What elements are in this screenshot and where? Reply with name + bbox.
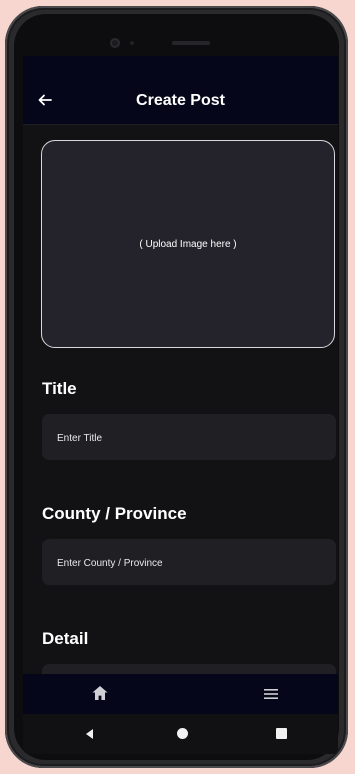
page-title: Create Post <box>136 92 225 109</box>
app-screen: Create Post ( Upload Image here ) Title … <box>23 56 338 754</box>
sensor <box>130 41 134 45</box>
title-field[interactable] <box>42 414 336 462</box>
menu-icon <box>264 689 278 699</box>
nav-home-button[interactable] <box>91 684 111 704</box>
detail-label: Detail <box>42 629 89 648</box>
home-circle-icon[interactable] <box>177 728 188 739</box>
app-bar: Create Post <box>23 80 338 125</box>
county-input[interactable] <box>55 539 327 587</box>
image-upload-area[interactable]: ( Upload Image here ) <box>41 140 335 348</box>
status-bar <box>23 56 338 80</box>
back-triangle-icon <box>86 729 93 739</box>
system-nav-bar <box>23 714 338 754</box>
upload-hint: ( Upload Image here ) <box>139 238 237 250</box>
home-icon <box>92 686 108 700</box>
earpiece-speaker <box>172 41 210 45</box>
bottom-nav <box>23 674 338 714</box>
county-field[interactable] <box>42 539 336 587</box>
front-camera <box>110 38 120 48</box>
nav-menu-button[interactable] <box>263 687 279 701</box>
phone-frame: Create Post ( Upload Image here ) Title … <box>5 6 348 768</box>
title-label: Title <box>42 379 77 398</box>
title-input[interactable] <box>55 414 327 462</box>
county-label: County / Province <box>42 504 187 523</box>
system-back-button[interactable] <box>83 727 97 741</box>
recents-square-icon[interactable] <box>276 728 287 739</box>
